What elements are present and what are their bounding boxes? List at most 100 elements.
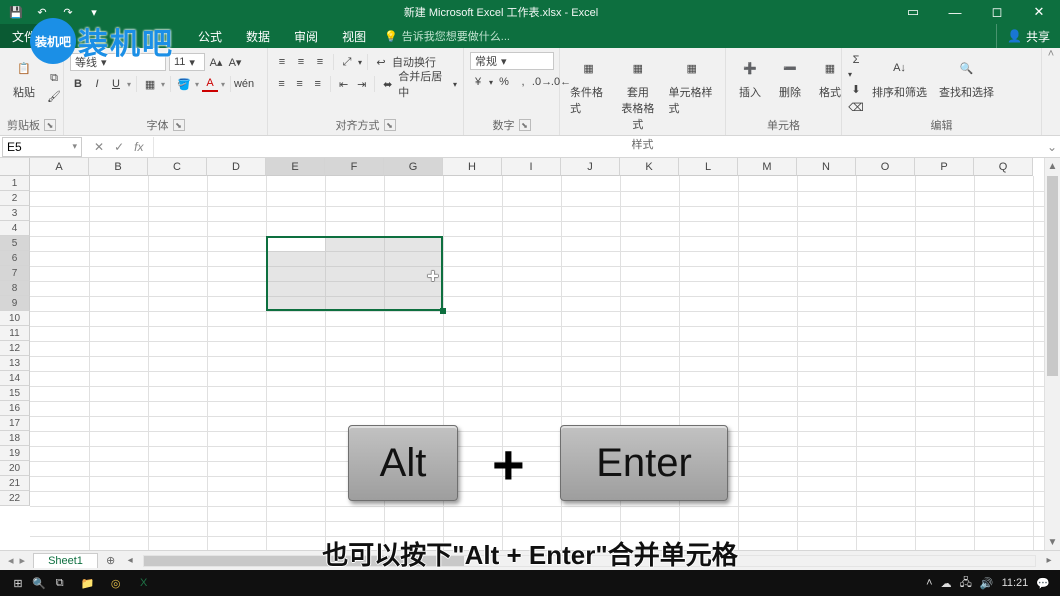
sort-filter-button[interactable]: A↓排序和筛选 bbox=[868, 52, 931, 102]
maximize-button[interactable]: ◻ bbox=[976, 0, 1018, 24]
increase-indent-icon[interactable]: ⇥ bbox=[354, 76, 369, 92]
row-header-14[interactable]: 14 bbox=[0, 371, 30, 386]
italic-button[interactable]: I bbox=[89, 76, 105, 92]
increase-decimal-icon[interactable]: .0→ bbox=[534, 74, 550, 90]
column-header-B[interactable]: B bbox=[89, 158, 148, 176]
fill-icon[interactable]: ⬇ bbox=[848, 81, 864, 97]
row-header-7[interactable]: 7 bbox=[0, 266, 30, 281]
tab-formulas[interactable]: 公式 bbox=[186, 24, 234, 48]
row-header-11[interactable]: 11 bbox=[0, 326, 30, 341]
row-header-10[interactable]: 10 bbox=[0, 311, 30, 326]
row-header-20[interactable]: 20 bbox=[0, 461, 30, 476]
active-cell[interactable] bbox=[268, 238, 325, 251]
chevron-down-icon[interactable]: ▾ bbox=[848, 70, 864, 79]
align-middle-icon[interactable]: ≡ bbox=[293, 54, 309, 70]
column-header-A[interactable]: A bbox=[30, 158, 89, 176]
border-icon[interactable]: ▦ bbox=[142, 76, 158, 92]
row-header-1[interactable]: 1 bbox=[0, 176, 30, 191]
tell-me-search[interactable]: 💡 告诉我您想要做什么... bbox=[378, 24, 510, 48]
column-header-H[interactable]: H bbox=[443, 158, 502, 176]
scroll-up-icon[interactable]: ▲ bbox=[1045, 158, 1060, 174]
chevron-down-icon[interactable]: ▾ bbox=[489, 78, 493, 87]
align-right-icon[interactable]: ≡ bbox=[310, 76, 325, 92]
font-launcher-icon[interactable]: ⬊ bbox=[173, 119, 185, 131]
row-header-16[interactable]: 16 bbox=[0, 401, 30, 416]
delete-cells-button[interactable]: ➖删除 bbox=[772, 52, 808, 102]
align-launcher-icon[interactable]: ⬊ bbox=[384, 119, 396, 131]
tray-chevron-icon[interactable]: ˄ bbox=[926, 577, 932, 589]
decrease-indent-icon[interactable]: ⇤ bbox=[336, 76, 351, 92]
network-icon[interactable]: 🖧 bbox=[960, 574, 972, 593]
row-header-18[interactable]: 18 bbox=[0, 431, 30, 446]
column-header-F[interactable]: F bbox=[325, 158, 384, 176]
file-explorer-icon[interactable]: 📁 bbox=[74, 571, 102, 595]
format-painter-icon[interactable]: 🖌 bbox=[46, 88, 62, 104]
column-header-M[interactable]: M bbox=[738, 158, 797, 176]
row-header-19[interactable]: 19 bbox=[0, 446, 30, 461]
percent-format-icon[interactable]: % bbox=[496, 74, 512, 90]
row-header-22[interactable]: 22 bbox=[0, 491, 30, 506]
phonetic-icon[interactable]: wén bbox=[236, 76, 252, 92]
chevron-down-icon[interactable]: ▾ bbox=[195, 80, 199, 89]
font-size-combo[interactable]: 11▾ bbox=[169, 53, 205, 71]
column-header-P[interactable]: P bbox=[915, 158, 974, 176]
accounting-format-icon[interactable]: ¥ bbox=[470, 74, 486, 90]
align-bottom-icon[interactable]: ≡ bbox=[312, 54, 328, 70]
ribbon-display-icon[interactable]: ▭ bbox=[892, 0, 934, 24]
share-button[interactable]: 👤 共享 bbox=[996, 24, 1060, 48]
tab-review[interactable]: 审阅 bbox=[282, 24, 330, 48]
chevron-down-icon[interactable]: ▾ bbox=[127, 80, 131, 89]
action-center-icon[interactable]: 💬 bbox=[1036, 577, 1050, 590]
row-header-3[interactable]: 3 bbox=[0, 206, 30, 221]
increase-font-icon[interactable]: A▴ bbox=[208, 54, 224, 70]
copy-icon[interactable]: ⧉ bbox=[46, 70, 62, 86]
minimize-button[interactable]: — bbox=[934, 0, 976, 24]
row-header-13[interactable]: 13 bbox=[0, 356, 30, 371]
search-icon[interactable]: 🔍 bbox=[32, 577, 46, 590]
start-button[interactable]: ⊞ bbox=[4, 571, 32, 595]
row-header-12[interactable]: 12 bbox=[0, 341, 30, 356]
spreadsheet-grid[interactable]: ABCDEFGHIJKLMNOPQ 1234567891011121314151… bbox=[0, 158, 1060, 550]
decrease-font-icon[interactable]: A▾ bbox=[227, 54, 243, 70]
task-view-icon[interactable]: ⧉ bbox=[46, 571, 74, 595]
row-header-6[interactable]: 6 bbox=[0, 251, 30, 266]
vertical-scrollbar[interactable]: ▲ ▼ bbox=[1044, 158, 1060, 550]
chevron-down-icon[interactable]: ▾ bbox=[358, 58, 362, 67]
number-format-combo[interactable]: 常规▾ bbox=[470, 52, 554, 70]
fill-color-icon[interactable]: 🪣 bbox=[176, 76, 192, 92]
row-header-8[interactable]: 8 bbox=[0, 281, 30, 296]
chevron-down-icon[interactable]: ▾ bbox=[453, 80, 457, 89]
excel-taskbar-icon[interactable]: X bbox=[130, 571, 158, 595]
row-header-17[interactable]: 17 bbox=[0, 416, 30, 431]
clear-icon[interactable]: ⌫ bbox=[848, 99, 864, 115]
chrome-icon[interactable]: ◎ bbox=[102, 571, 130, 595]
column-header-Q[interactable]: Q bbox=[974, 158, 1033, 176]
column-header-E[interactable]: E bbox=[266, 158, 325, 176]
fx-icon[interactable]: fx bbox=[134, 140, 143, 154]
select-all-button[interactable] bbox=[0, 158, 30, 176]
number-launcher-icon[interactable]: ⬊ bbox=[519, 119, 531, 131]
merge-center-button[interactable]: 合并后居中 bbox=[398, 68, 450, 100]
find-select-button[interactable]: 🔍查找和选择 bbox=[935, 52, 998, 102]
tab-view[interactable]: 视图 bbox=[330, 24, 378, 48]
enter-formula-icon[interactable]: ✓ bbox=[114, 140, 124, 154]
column-header-I[interactable]: I bbox=[502, 158, 561, 176]
clipboard-launcher-icon[interactable]: ⬊ bbox=[44, 119, 56, 131]
row-header-21[interactable]: 21 bbox=[0, 476, 30, 491]
volume-icon[interactable]: 🔊 bbox=[980, 577, 994, 590]
column-header-N[interactable]: N bbox=[797, 158, 856, 176]
table-format-button[interactable]: ▦套用 表格格式 bbox=[615, 52, 660, 134]
save-icon[interactable]: 💾 bbox=[6, 2, 26, 22]
align-left-icon[interactable]: ≡ bbox=[274, 76, 289, 92]
font-color-icon[interactable]: A bbox=[202, 76, 218, 92]
insert-cells-button[interactable]: ➕插入 bbox=[732, 52, 768, 102]
column-header-K[interactable]: K bbox=[620, 158, 679, 176]
collapse-ribbon-icon[interactable]: ˄ bbox=[1042, 48, 1060, 135]
vscroll-thumb[interactable] bbox=[1047, 176, 1058, 376]
row-header-2[interactable]: 2 bbox=[0, 191, 30, 206]
align-top-icon[interactable]: ≡ bbox=[274, 54, 290, 70]
underline-button[interactable]: U bbox=[108, 76, 124, 92]
cancel-formula-icon[interactable]: ✕ bbox=[94, 140, 104, 154]
chevron-down-icon[interactable]: ▾ bbox=[161, 80, 165, 89]
fill-handle[interactable] bbox=[440, 308, 446, 314]
